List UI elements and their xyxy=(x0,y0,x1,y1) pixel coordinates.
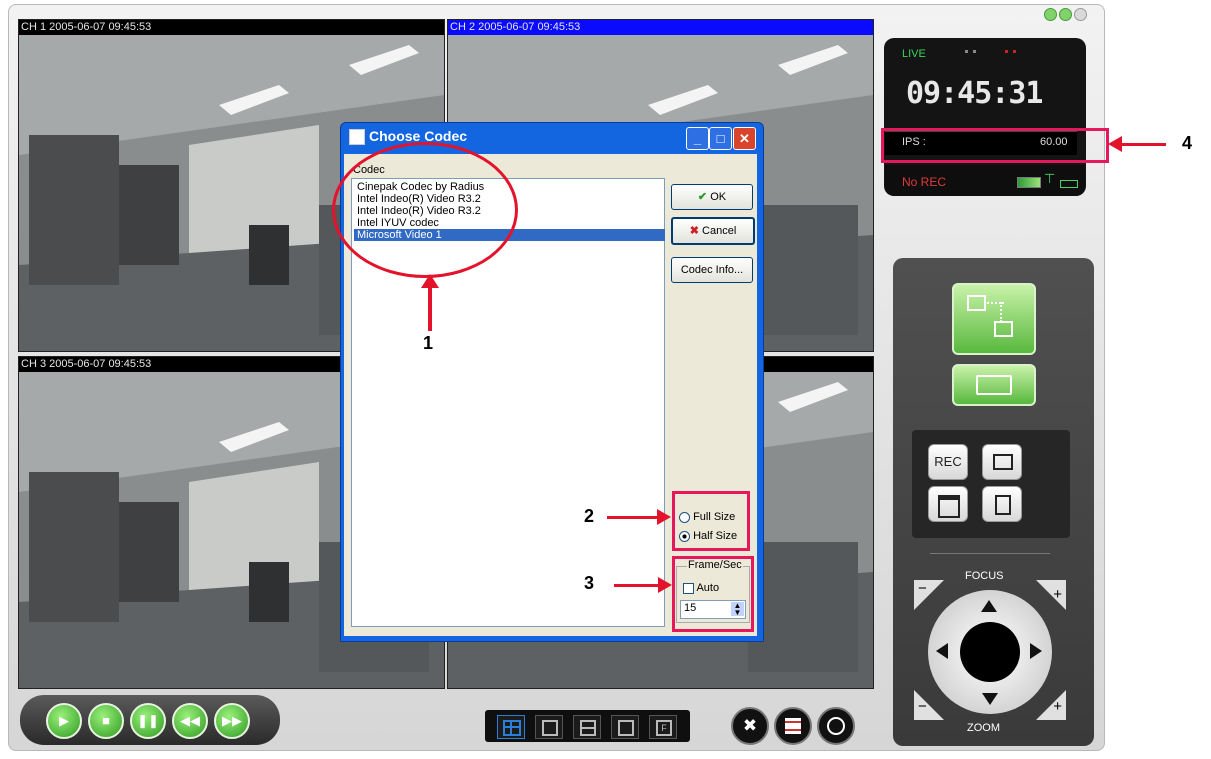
x-icon: ✖ xyxy=(689,225,703,237)
dialog-app-icon xyxy=(349,129,365,145)
list-button[interactable] xyxy=(774,707,812,745)
window-controls xyxy=(1044,8,1094,21)
annotation-1: 1 xyxy=(423,333,434,353)
list-icon xyxy=(785,718,801,734)
camera-title: CH 2 2005-06-07 09:45:53 xyxy=(448,20,873,35)
rewind-button[interactable]: ◀◀ xyxy=(172,703,208,739)
highlight-circle-1 xyxy=(332,142,518,278)
arrow-2-head xyxy=(657,509,671,525)
popout-button[interactable] xyxy=(982,444,1022,480)
arrow-3-head xyxy=(658,577,672,593)
arrow-3 xyxy=(614,584,660,587)
dialog-close-button[interactable]: ✕ xyxy=(733,127,756,150)
tools-icon: ✖ xyxy=(742,716,758,735)
single-layout-icon[interactable] xyxy=(535,715,563,739)
copy-icon xyxy=(995,495,1011,515)
network-icon: ⊤ xyxy=(1044,171,1056,186)
record-button[interactable]: REC xyxy=(928,444,968,480)
arrow-right-icon[interactable] xyxy=(1030,643,1042,659)
arrow-1 xyxy=(428,283,432,331)
popout-icon xyxy=(993,454,1013,470)
arrow-left-icon[interactable] xyxy=(936,643,948,659)
copy-button[interactable] xyxy=(982,486,1022,522)
ptz-center[interactable] xyxy=(960,622,1020,682)
highlight-box-4 xyxy=(881,128,1109,163)
battery-icon xyxy=(1017,177,1041,188)
divider xyxy=(930,553,1050,554)
restore-icon[interactable] xyxy=(1059,8,1072,21)
arrow-down-icon[interactable] xyxy=(982,693,998,705)
pause-button[interactable]: ❚❚ xyxy=(130,703,166,739)
annotation-4: 4 xyxy=(1182,133,1193,153)
minimize-icon[interactable] xyxy=(1044,8,1057,21)
split-layout-icon[interactable] xyxy=(573,715,601,739)
clock-display: 09:45:31 xyxy=(906,76,1043,111)
camera-title: CH 1 2005-06-07 09:45:53 xyxy=(19,20,444,35)
focus-label: FOCUS xyxy=(965,570,1004,582)
highlight-box-3 xyxy=(672,556,754,632)
dialog-minimize-button[interactable]: _ xyxy=(686,127,709,150)
annotation-2: 2 xyxy=(584,506,595,526)
multi-view-button[interactable] xyxy=(952,283,1036,355)
dots-indicator xyxy=(965,48,1025,54)
close-icon[interactable] xyxy=(1074,8,1087,21)
print-icon xyxy=(938,495,960,518)
annotation-3: 3 xyxy=(584,573,595,593)
rec-status: No REC xyxy=(902,175,947,189)
arrow-1-head xyxy=(421,274,439,288)
settings-button[interactable]: ✖ xyxy=(731,707,769,745)
arrow-2 xyxy=(607,516,659,519)
cancel-button[interactable]: ✖ Cancel xyxy=(671,217,755,245)
quad-layout-icon[interactable] xyxy=(497,715,525,739)
print-button[interactable] xyxy=(928,486,968,522)
ok-button[interactable]: ✔ OK xyxy=(671,184,753,210)
clock-icon xyxy=(827,717,845,735)
play-button[interactable]: ▶ xyxy=(46,703,82,739)
single-view-icon xyxy=(976,375,1012,395)
multi-layout-icon[interactable] xyxy=(611,715,639,739)
fast-forward-button[interactable]: ▶▶ xyxy=(214,703,250,739)
highlight-box-2 xyxy=(672,491,750,551)
hdd-icon xyxy=(1060,180,1078,188)
codec-info-button[interactable]: Codec Info... xyxy=(671,257,753,283)
schedule-button[interactable] xyxy=(817,707,855,745)
arrow-4 xyxy=(1120,143,1166,146)
fullscreen-layout-icon[interactable]: F xyxy=(649,715,677,739)
arrow-up-icon[interactable] xyxy=(981,600,997,612)
check-icon: ✔ xyxy=(697,191,711,203)
zoom-label: ZOOM xyxy=(967,722,1000,734)
single-view-button[interactable] xyxy=(952,364,1036,406)
dialog-maximize-button[interactable]: □ xyxy=(709,127,732,150)
mode-indicator: LIVE xyxy=(902,48,926,60)
stop-button[interactable]: ■ xyxy=(88,703,124,739)
